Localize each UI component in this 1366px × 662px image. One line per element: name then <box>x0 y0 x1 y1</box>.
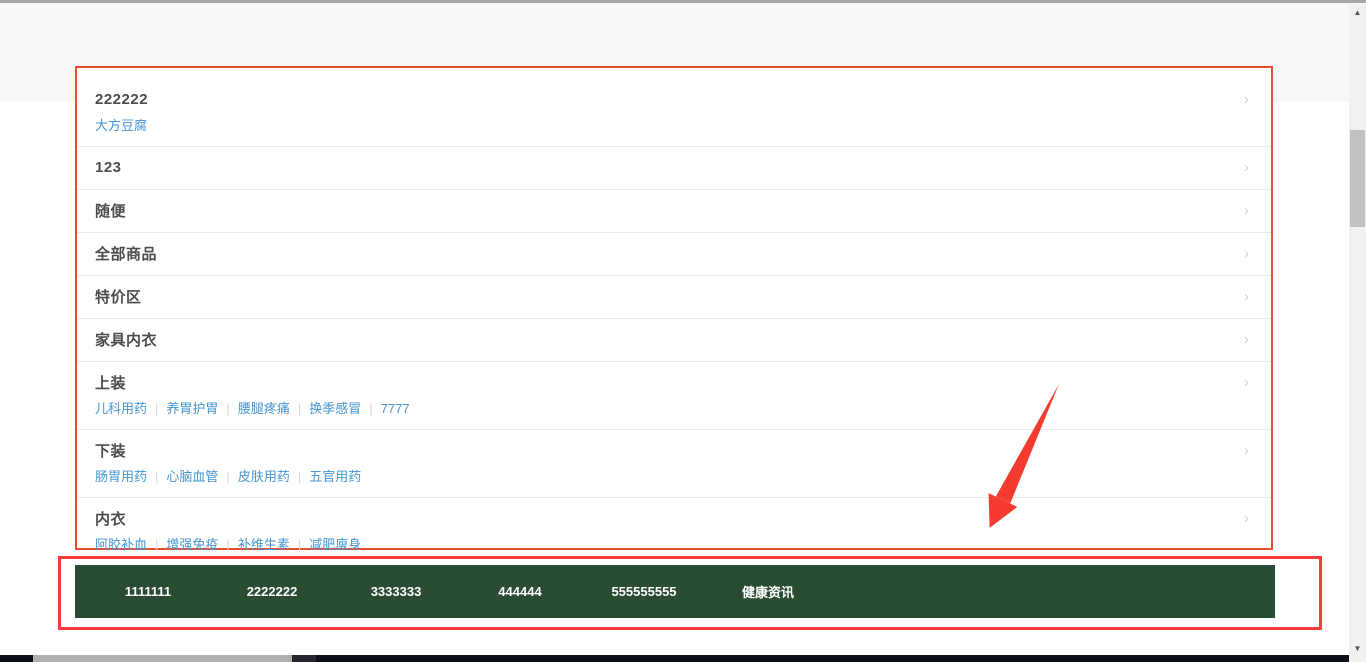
category-sublink[interactable]: 心脑血管 <box>166 469 218 484</box>
scrollbar-up-arrow-icon[interactable]: ▲ <box>1349 5 1366 21</box>
category-title[interactable]: 家具内衣 <box>95 329 157 350</box>
category-row[interactable]: 全部商品 › <box>77 233 1271 276</box>
footer-nav-bar: 111111122222223333333444444555555555健康资讯 <box>75 565 1275 618</box>
category-sublink[interactable]: 增强免疫 <box>166 537 218 552</box>
chevron-right-icon[interactable]: › <box>1244 443 1249 458</box>
category-row[interactable]: 下装 › 肠胃用药 | 心脑血管 | 皮肤用药 | 五官用药 <box>77 430 1271 498</box>
category-sublink[interactable]: 五官用药 <box>309 469 361 484</box>
chevron-right-icon[interactable]: › <box>1244 246 1249 261</box>
chevron-right-icon[interactable]: › <box>1244 160 1249 175</box>
category-row[interactable]: 222222 › 大方豆腐 <box>77 68 1271 147</box>
link-divider: | <box>298 401 301 416</box>
link-divider: | <box>298 469 301 484</box>
vertical-scrollbar[interactable]: ▲ ▼ <box>1349 3 1366 662</box>
link-divider: | <box>155 537 158 552</box>
category-row-head: 全部商品 › <box>95 243 1231 264</box>
link-divider: | <box>155 469 158 484</box>
chevron-right-icon[interactable]: › <box>1244 511 1249 526</box>
category-sublink[interactable]: 阿胶补血 <box>95 537 147 552</box>
category-sublink[interactable]: 7777 <box>381 401 410 416</box>
link-divider: | <box>298 537 301 552</box>
category-row-head: 内衣 › <box>95 508 1231 529</box>
footer-nav-item[interactable]: 555555555 <box>582 584 706 599</box>
link-divider: | <box>226 469 229 484</box>
category-sublink[interactable]: 养胃护胃 <box>166 401 218 416</box>
category-row-head: 123 › <box>95 157 1231 178</box>
category-sublink[interactable]: 肠胃用药 <box>95 469 147 484</box>
category-title[interactable]: 上装 <box>95 372 126 393</box>
category-row-head: 随便 › <box>95 200 1231 221</box>
category-links: 大方豆腐 <box>95 117 1231 135</box>
footer-nav-item[interactable]: 1111111 <box>86 584 210 599</box>
link-divider: | <box>226 537 229 552</box>
chevron-right-icon[interactable]: › <box>1244 203 1249 218</box>
category-row-head: 上装 › <box>95 372 1231 393</box>
category-sublink[interactable]: 减肥廋身 <box>309 537 361 552</box>
category-links: 阿胶补血 | 增强免疫 | 补维生素 | 减肥廋身 <box>95 536 1231 554</box>
category-title[interactable]: 特价区 <box>95 286 142 307</box>
category-sublink[interactable]: 大方豆腐 <box>95 118 147 133</box>
category-row[interactable]: 家具内衣 › <box>77 319 1271 362</box>
category-sublink[interactable]: 换季感冒 <box>309 401 361 416</box>
category-row-head: 家具内衣 › <box>95 329 1231 350</box>
category-row[interactable]: 随便 › <box>77 190 1271 233</box>
taskbar-edge-segment <box>33 655 292 662</box>
category-row-head: 特价区 › <box>95 286 1231 307</box>
category-title[interactable]: 222222 <box>95 91 148 108</box>
footer-nav-item[interactable]: 健康资讯 <box>706 582 830 601</box>
footer-nav-item[interactable]: 2222222 <box>210 584 334 599</box>
category-list-panel: 222222 › 大方豆腐 123 › 随便 › 全部商品 › 特价区 › 家具… <box>75 66 1273 550</box>
chevron-right-icon[interactable]: › <box>1244 92 1249 107</box>
category-links: 肠胃用药 | 心脑血管 | 皮肤用药 | 五官用药 <box>95 468 1231 486</box>
category-title[interactable]: 全部商品 <box>95 243 157 264</box>
category-row-head: 222222 › <box>95 89 1231 110</box>
category-sublink[interactable]: 腰腿疼痛 <box>238 401 290 416</box>
scrollbar-down-arrow-icon[interactable]: ▼ <box>1349 641 1366 657</box>
category-row[interactable]: 特价区 › <box>77 276 1271 319</box>
category-title[interactable]: 下装 <box>95 440 126 461</box>
link-divider: | <box>155 401 158 416</box>
chevron-right-icon[interactable]: › <box>1244 332 1249 347</box>
chevron-right-icon[interactable]: › <box>1244 289 1249 304</box>
category-title[interactable]: 内衣 <box>95 508 126 529</box>
category-sublink[interactable]: 补维生素 <box>238 537 290 552</box>
scrollbar-thumb[interactable] <box>1350 130 1365 227</box>
link-divider: | <box>369 401 372 416</box>
category-row[interactable]: 上装 › 儿科用药 | 养胃护胃 | 腰腿疼痛 | 换季感冒 | 7777 <box>77 362 1271 430</box>
category-sublink[interactable]: 儿科用药 <box>95 401 147 416</box>
footer-nav-item[interactable]: 3333333 <box>334 584 458 599</box>
link-divider: | <box>226 401 229 416</box>
page: 222222 › 大方豆腐 123 › 随便 › 全部商品 › 特价区 › 家具… <box>0 0 1366 662</box>
category-row-head: 下装 › <box>95 440 1231 461</box>
footer-nav-item[interactable]: 444444 <box>458 584 582 599</box>
taskbar-edge-segment <box>292 655 316 662</box>
category-links: 儿科用药 | 养胃护胃 | 腰腿疼痛 | 换季感冒 | 7777 <box>95 400 1231 418</box>
category-title[interactable]: 123 <box>95 159 122 176</box>
category-row[interactable]: 123 › <box>77 147 1271 190</box>
category-title[interactable]: 随便 <box>95 200 126 221</box>
chevron-right-icon[interactable]: › <box>1244 375 1249 390</box>
category-sublink[interactable]: 皮肤用药 <box>238 469 290 484</box>
taskbar-edge-strip <box>0 655 1349 662</box>
category-row[interactable]: 内衣 › 阿胶补血 | 增强免疫 | 补维生素 | 减肥廋身 <box>77 498 1271 565</box>
